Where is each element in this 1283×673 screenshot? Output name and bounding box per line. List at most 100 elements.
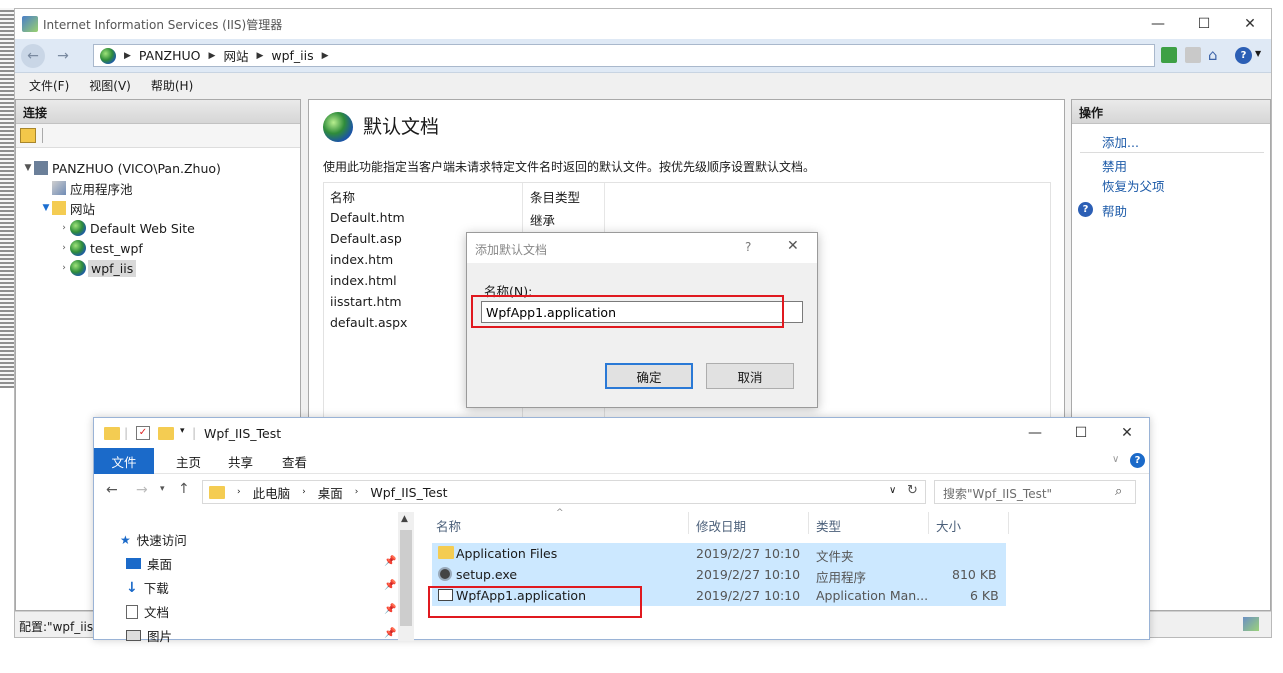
column-header-type[interactable]: 条目类型 — [530, 187, 580, 206]
list-item[interactable]: default.aspx — [330, 315, 407, 330]
scroll-up-icon[interactable]: ▲ — [401, 514, 408, 524]
tree-item-app-pools[interactable]: 应用程序池 — [40, 178, 133, 198]
stop-icon[interactable] — [1185, 47, 1201, 63]
chevron-right-icon[interactable]: › — [58, 243, 70, 253]
list-item[interactable]: iisstart.htm — [330, 294, 402, 309]
list-item[interactable]: index.html — [330, 273, 397, 288]
tree-item-wpf-iis[interactable]: › wpf_iis — [58, 258, 137, 278]
tree-item-sites[interactable]: ▼ 网站 — [40, 198, 95, 218]
tab-home[interactable]: 主页 — [162, 448, 215, 474]
file-name: setup.exe — [456, 567, 518, 582]
chevron-down-icon[interactable]: ∨ — [889, 485, 896, 496]
column-header-type[interactable]: 类型 — [816, 516, 841, 535]
dialog-title-bar[interactable]: 添加默认文档 ? ✕ — [467, 233, 817, 263]
nav-downloads[interactable]: ↓ 下载 — [126, 578, 169, 597]
folder-icon — [104, 427, 120, 440]
nav-desktop[interactable]: 桌面 — [126, 554, 172, 573]
chevron-down-icon[interactable]: ∨ — [1112, 454, 1119, 465]
chevron-right-icon: ▶ — [321, 50, 329, 61]
file-row[interactable]: setup.exe 2019/2/27 10:10 应用程序 810 KB — [432, 564, 1006, 585]
pin-icon[interactable]: 📌 — [384, 604, 396, 615]
breadcrumb-item[interactable]: 桌面 — [318, 483, 343, 502]
menu-help[interactable]: 帮助(H) — [151, 77, 193, 94]
document-icon — [126, 604, 138, 619]
menu-file[interactable]: 文件(F) — [29, 77, 69, 94]
breadcrumb-item[interactable]: 此电脑 — [253, 483, 291, 502]
pin-icon[interactable]: 📌 — [384, 628, 396, 639]
chevron-down-icon[interactable]: ▼ — [1255, 49, 1261, 58]
help-icon[interactable]: ? — [1235, 47, 1252, 64]
dialog-close-button[interactable]: ✕ — [787, 238, 799, 254]
breadcrumb-item[interactable]: wpf_iis — [271, 48, 313, 63]
chevron-right-icon[interactable]: › — [58, 223, 70, 233]
tab-file[interactable]: 文件 — [94, 448, 154, 474]
add-link[interactable]: 添加... — [1102, 132, 1139, 151]
explorer-title-bar[interactable]: | ✓ ▾ | Wpf_IIS_Test — ☐ ✕ — [94, 418, 1149, 448]
path-breadcrumb[interactable]: › 此电脑 › 桌面 › Wpf_IIS_Test ∨ ↻ — [202, 480, 926, 504]
help-link[interactable]: 帮助 — [1102, 201, 1127, 220]
forward-button[interactable]: → — [51, 44, 75, 68]
back-button[interactable]: ← — [21, 44, 45, 68]
file-explorer-window: | ✓ ▾ | Wpf_IIS_Test — ☐ ✕ 文件 主页 共享 查看 ∨… — [93, 417, 1150, 644]
revert-to-parent-link[interactable]: 恢复为父项 — [1102, 176, 1165, 195]
file-row[interactable]: Application Files 2019/2/27 10:10 文件夹 — [432, 543, 1006, 564]
breadcrumb-item[interactable]: Wpf_IIS_Test — [370, 485, 447, 500]
chevron-down-icon[interactable]: ▼ — [40, 203, 52, 213]
column-header-size[interactable]: 大小 — [936, 516, 961, 535]
refresh-icon[interactable]: ↻ — [907, 483, 918, 498]
minimize-button[interactable]: — — [1012, 418, 1058, 448]
minimize-button[interactable]: — — [1135, 9, 1181, 39]
connect-icon[interactable] — [20, 128, 36, 143]
chevron-right-icon[interactable]: › — [58, 263, 70, 273]
tab-share[interactable]: 共享 — [214, 448, 267, 474]
help-icon[interactable]: ? — [1130, 453, 1145, 468]
column-header-name[interactable]: 名称 — [436, 516, 461, 535]
forward-button[interactable]: → — [136, 482, 148, 498]
dialog-title: 添加默认文档 — [475, 243, 548, 257]
maximize-button[interactable]: ☐ — [1058, 418, 1104, 448]
title-bar[interactable]: Internet Information Services (IIS)管理器 —… — [15, 9, 1271, 39]
breadcrumb[interactable]: ▶ PANZHUO ▶ 网站 ▶ wpf_iis ▶ — [93, 44, 1155, 67]
tab-view[interactable]: 查看 — [268, 448, 321, 474]
nav-pictures[interactable]: 图片 — [126, 626, 172, 645]
new-folder-icon[interactable] — [158, 427, 174, 440]
disable-link[interactable]: 禁用 — [1102, 156, 1127, 175]
list-item[interactable]: index.htm — [330, 252, 393, 267]
close-button[interactable]: ✕ — [1227, 9, 1273, 39]
ok-button[interactable]: 确定 — [605, 363, 693, 389]
up-button[interactable]: ↑ — [178, 481, 190, 497]
maximize-button[interactable]: ☐ — [1181, 9, 1227, 39]
dialog-help-button[interactable]: ? — [745, 240, 751, 254]
file-date: 2019/2/27 10:10 — [696, 588, 801, 603]
column-header-date[interactable]: 修改日期 — [696, 516, 746, 535]
pin-icon[interactable]: 📌 — [384, 556, 396, 567]
tree-item-default-web-site[interactable]: › Default Web Site — [58, 218, 195, 238]
properties-icon[interactable]: ✓ — [136, 426, 150, 440]
scrollbar-thumb[interactable] — [400, 530, 412, 626]
recent-locations-icon[interactable]: ▾ — [160, 484, 165, 494]
tree-item-test-wpf[interactable]: › test_wpf — [58, 238, 143, 258]
refresh-icon[interactable] — [1161, 47, 1177, 63]
nav-quick-access[interactable]: ★ 快速访问 — [120, 530, 187, 549]
folder-icon — [438, 546, 454, 559]
home-icon[interactable]: ⌂ — [1208, 46, 1218, 64]
breadcrumb-item[interactable]: PANZHUO — [139, 48, 201, 63]
file-size: 810 KB — [952, 567, 997, 582]
tree-item-server[interactable]: ▼ PANZHUO (VICO\Pan.Zhuo) — [22, 158, 221, 178]
pin-icon[interactable]: 📌 — [384, 580, 396, 591]
list-item[interactable]: Default.htm — [330, 210, 405, 225]
column-header-name[interactable]: 名称 — [330, 187, 355, 206]
highlight-box — [428, 586, 642, 618]
breadcrumb-item[interactable]: 网站 — [223, 46, 248, 65]
desktop-background — [0, 8, 14, 388]
close-button[interactable]: ✕ — [1104, 418, 1150, 448]
cancel-button[interactable]: 取消 — [706, 363, 794, 389]
list-item[interactable]: Default.asp — [330, 231, 402, 246]
search-icon[interactable]: ⌕ — [1115, 484, 1122, 499]
back-button[interactable]: ← — [106, 482, 118, 498]
quick-access-dropdown-icon[interactable]: ▾ — [180, 426, 185, 436]
nav-documents[interactable]: 文档 — [126, 602, 169, 621]
search-input[interactable]: 搜索"Wpf_IIS_Test" ⌕ — [934, 480, 1136, 504]
menu-view[interactable]: 视图(V) — [89, 77, 131, 94]
chevron-down-icon[interactable]: ▼ — [22, 163, 34, 173]
